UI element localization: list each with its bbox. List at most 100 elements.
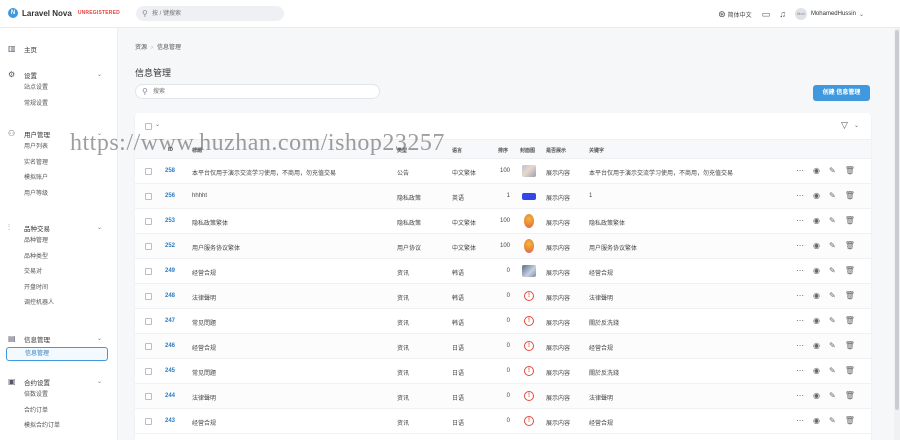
- resource-search[interactable]: ⚲: [135, 84, 380, 99]
- trash-icon[interactable]: 🗑: [845, 316, 855, 325]
- table-row[interactable]: 248 法律聲明 资讯 韩语 0! 展示内容 法律聲明 ⋯ ◉ ✎ 🗑: [135, 284, 871, 309]
- edit-icon[interactable]: ✎: [829, 291, 836, 300]
- view-icon[interactable]: ◉: [813, 216, 820, 225]
- edit-icon[interactable]: ✎: [829, 416, 836, 425]
- row-id-link[interactable]: 258: [165, 168, 175, 174]
- edit-icon[interactable]: ✎: [829, 216, 836, 225]
- column-header-language[interactable]: 语言: [452, 147, 462, 154]
- more-icon[interactable]: ⋯: [796, 416, 804, 425]
- edit-icon[interactable]: ✎: [829, 366, 836, 375]
- view-icon[interactable]: ◉: [813, 391, 820, 400]
- language-switcher[interactable]: ⊛ 简体中文: [718, 9, 752, 20]
- sidebar-item[interactable]: 品种类型: [0, 250, 118, 266]
- row-id-link[interactable]: 243: [165, 418, 175, 424]
- scrollbar-thumb[interactable]: [895, 30, 899, 410]
- row-checkbox[interactable]: [145, 318, 152, 325]
- row-id-link[interactable]: 256: [165, 193, 175, 199]
- user-name[interactable]: MohamedHussin: [811, 11, 856, 17]
- chevron-down-icon[interactable]: ⌄: [155, 121, 160, 128]
- column-header-show[interactable]: 是否展示: [546, 147, 566, 154]
- edit-icon[interactable]: ✎: [829, 191, 836, 200]
- view-icon[interactable]: ◉: [813, 166, 820, 175]
- more-icon[interactable]: ⋯: [796, 341, 804, 350]
- brand[interactable]: N Laravel Nova UNREGISTERED: [8, 8, 120, 18]
- column-header-title[interactable]: 标题: [192, 147, 202, 154]
- sidebar-group-header[interactable]: ▣ 合约设置 ⌄: [0, 375, 118, 388]
- trash-icon[interactable]: 🗑: [845, 341, 855, 350]
- sidebar-group-header[interactable]: ⚙ 设置 ⌄: [0, 68, 118, 81]
- view-icon[interactable]: ◉: [813, 341, 820, 350]
- view-icon[interactable]: ◉: [813, 291, 820, 300]
- sidebar-group-header[interactable]: ⫶ 品种交易 ⌄: [0, 221, 118, 234]
- trash-icon[interactable]: 🗑: [845, 166, 855, 175]
- more-icon[interactable]: ⋯: [796, 166, 804, 175]
- table-row[interactable]: 253 隐私政策繁体 隐私政策 中文繁体 100 展示内容 隐私政策繁体 ⋯ ◉ ✎ 🗑: [135, 209, 871, 234]
- more-icon[interactable]: ⋯: [796, 366, 804, 375]
- table-row[interactable]: 244 法律聲明 资讯 日语 0! 展示内容 法律聲明 ⋯ ◉ ✎ 🗑: [135, 384, 871, 409]
- trash-icon[interactable]: 🗑: [845, 416, 855, 425]
- sidebar-item[interactable]: 模拟合约订单: [0, 419, 118, 435]
- trash-icon[interactable]: 🗑: [845, 216, 855, 225]
- view-icon[interactable]: ◉: [813, 416, 820, 425]
- trash-icon[interactable]: 🗑: [845, 266, 855, 275]
- edit-icon[interactable]: ✎: [829, 316, 836, 325]
- view-icon[interactable]: ◉: [813, 191, 820, 200]
- row-id-link[interactable]: 248: [165, 293, 175, 299]
- table-row[interactable]: 258 本平台仅用于演示交流学习使用，不商用，勿充值交易 公告 中文繁体 100 展示内容…: [135, 159, 871, 184]
- chevron-down-icon[interactable]: ⌄: [859, 11, 864, 18]
- global-search-input[interactable]: [152, 8, 278, 19]
- sidebar-item[interactable]: 站点设置: [0, 81, 118, 97]
- avatar[interactable]: Moh: [794, 8, 807, 20]
- more-icon[interactable]: ⋯: [796, 241, 804, 250]
- monitor-icon[interactable]: ▭: [762, 9, 771, 20]
- sidebar-group-home[interactable]: ▥ 主页: [0, 42, 118, 55]
- more-icon[interactable]: ⋯: [796, 266, 804, 275]
- edit-icon[interactable]: ✎: [829, 166, 836, 175]
- edit-icon[interactable]: ✎: [829, 341, 836, 350]
- view-icon[interactable]: ◉: [813, 241, 820, 250]
- row-id-link[interactable]: 252: [165, 243, 175, 249]
- more-icon[interactable]: ⋯: [796, 316, 804, 325]
- table-row[interactable]: 245 常见問題 资讯 日语 0! 展示内容 關於反洗錢 ⋯ ◉ ✎ 🗑: [135, 359, 871, 384]
- row-checkbox[interactable]: [145, 393, 152, 400]
- sidebar-item[interactable]: 模拟账户: [0, 171, 118, 187]
- create-button[interactable]: 创建 信息管理: [813, 85, 870, 101]
- edit-icon[interactable]: ✎: [829, 241, 836, 250]
- column-header-keyword[interactable]: 关键字: [589, 147, 604, 154]
- column-header-sort[interactable]: 排序: [498, 147, 508, 154]
- row-checkbox[interactable]: [145, 368, 152, 375]
- sidebar-item[interactable]: 用户等级: [0, 187, 118, 203]
- row-checkbox[interactable]: [145, 243, 152, 250]
- row-checkbox[interactable]: [145, 343, 152, 350]
- row-checkbox[interactable]: [145, 193, 152, 200]
- row-checkbox[interactable]: [145, 418, 152, 425]
- edit-icon[interactable]: ✎: [829, 266, 836, 275]
- trash-icon[interactable]: 🗑: [845, 391, 855, 400]
- more-icon[interactable]: ⋯: [796, 191, 804, 200]
- trash-icon[interactable]: 🗑: [845, 291, 855, 300]
- chevron-down-icon[interactable]: ⌄: [854, 122, 859, 129]
- sidebar-item[interactable]: 倍数设置: [0, 388, 118, 404]
- filter-icon[interactable]: ▽: [841, 120, 848, 131]
- view-icon[interactable]: ◉: [813, 316, 820, 325]
- resource-search-input[interactable]: [153, 87, 373, 97]
- trash-icon[interactable]: 🗑: [845, 191, 855, 200]
- column-header-type[interactable]: 类型: [397, 147, 407, 154]
- table-row[interactable]: 249 经营合规 资讯 韩语 0 展示内容 经营合规 ⋯ ◉ ✎ 🗑: [135, 259, 871, 284]
- row-checkbox[interactable]: [145, 268, 152, 275]
- sidebar-item-active[interactable]: 信息管理: [6, 347, 108, 361]
- table-row[interactable]: 243 经营合规 资讯 日语 0! 展示内容 经营合规 ⋯ ◉ ✎ 🗑: [135, 409, 871, 434]
- sidebar-item[interactable]: 用户列表: [0, 140, 118, 156]
- trash-icon[interactable]: 🗑: [845, 241, 855, 250]
- sidebar-item[interactable]: 实名管理: [0, 156, 118, 172]
- bell-icon[interactable]: ♫: [779, 9, 786, 19]
- row-id-link[interactable]: 245: [165, 368, 175, 374]
- sidebar-item[interactable]: 交易对: [0, 265, 118, 281]
- table-row[interactable]: 246 经营合规 资讯 日语 0! 展示内容 经营合规 ⋯ ◉ ✎ 🗑: [135, 334, 871, 359]
- view-icon[interactable]: ◉: [813, 366, 820, 375]
- table-row[interactable]: 252 用户服务协议繁体 用户协议 中文繁体 100 展示内容 用户服务协议繁体 ⋯ ◉ ✎ 🗑: [135, 234, 871, 259]
- sidebar-item[interactable]: 常规设置: [0, 97, 118, 113]
- select-all-checkbox[interactable]: [145, 123, 152, 130]
- more-icon[interactable]: ⋯: [796, 291, 804, 300]
- column-header-id[interactable]: ID: [168, 147, 173, 153]
